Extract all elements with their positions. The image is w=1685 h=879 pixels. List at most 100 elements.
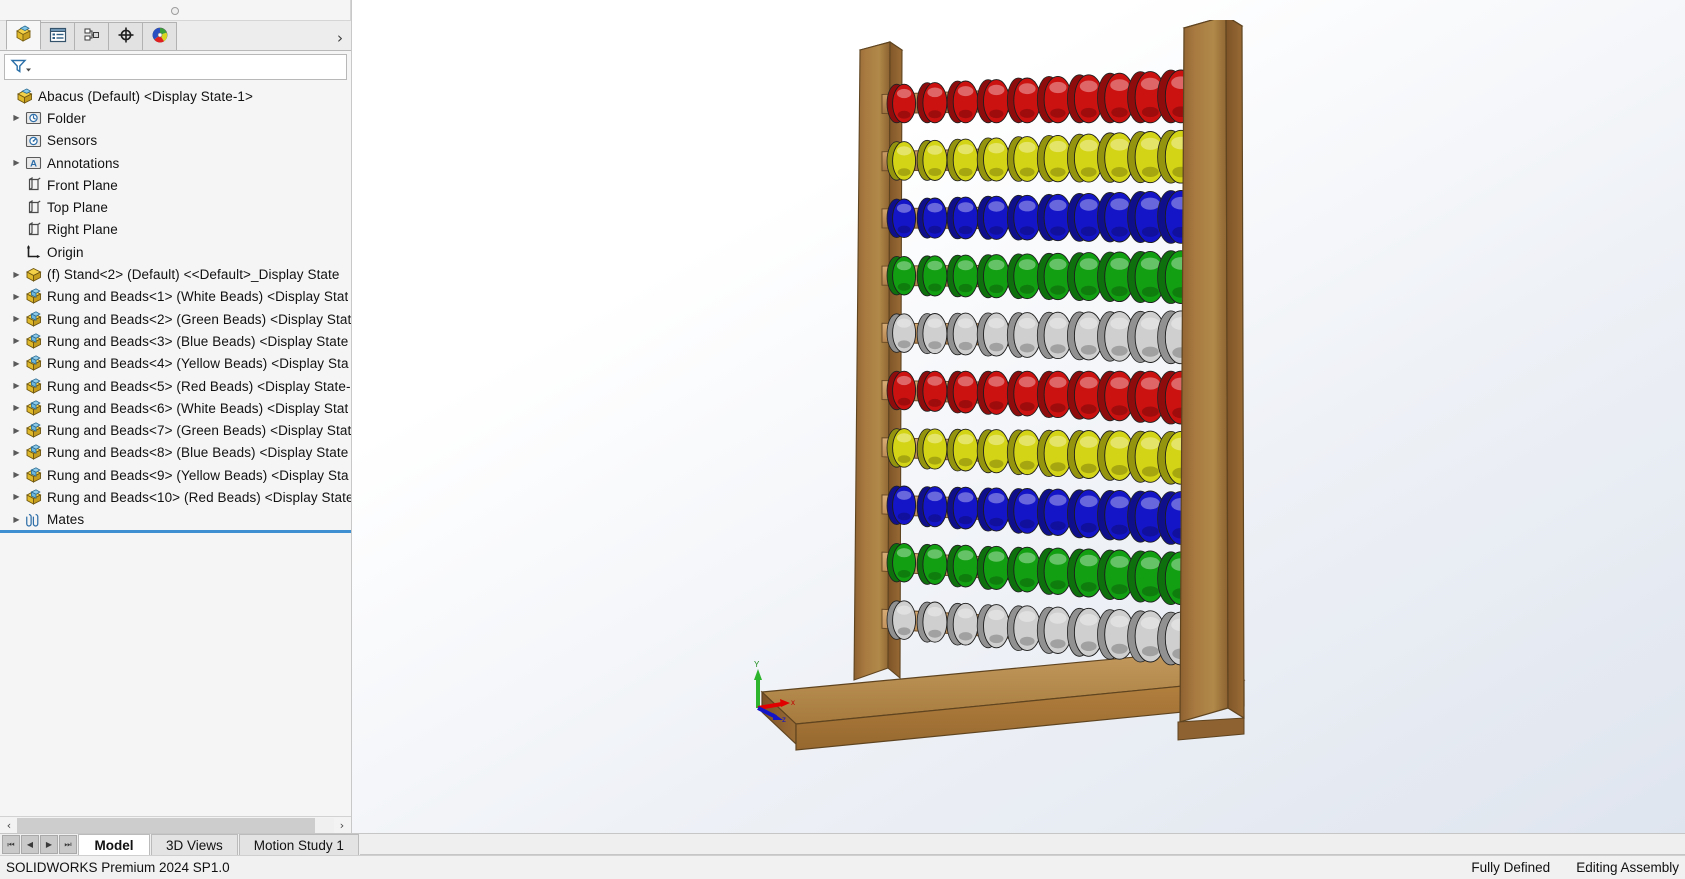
expand-arrow-icon[interactable]: ▶ [9,337,24,345]
abacus-right-post [1179,20,1245,723]
tab-configuration-manager[interactable] [74,22,109,50]
expand-arrow-icon[interactable]: ▶ [9,471,24,479]
previous-sheet-button[interactable]: ◀ [21,835,39,854]
bead-shadow [958,400,973,409]
tree-item-stand-2[interactable]: ▶ (f) Stand<2> (Default) <<Default>_Disp… [0,263,351,285]
tree-item-rung-and-beads-2[interactable]: ▶ Rung and Beads<2> (Green Beads) <Displ… [0,308,351,330]
next-sheet-button[interactable]: ▶ [40,835,58,854]
expand-arrow-icon[interactable]: ▶ [9,292,24,301]
expand-arrow-icon[interactable]: ▶ [9,315,24,323]
part-assembly-icon [24,288,43,305]
tab-dimxpert-manager[interactable] [108,22,143,50]
bead-highlight [1140,617,1160,630]
bead-shadow [1019,343,1035,353]
bead-shadow [989,401,1004,410]
abacus-bead [1006,136,1042,182]
bead-highlight [1018,317,1036,329]
hscroll-left-arrow-icon[interactable]: ‹ [1,818,17,833]
bead-highlight [927,318,943,328]
bead-shadow [1080,167,1097,177]
bead-highlight [1079,258,1098,270]
configuration-manager-icon [83,27,101,46]
bead-highlight [896,318,912,328]
tree-item-annotations[interactable]: ▶ A Annotations [0,152,351,174]
expand-arrow-icon[interactable]: ▶ [9,493,24,501]
expand-arrow-icon[interactable]: ▶ [9,426,24,435]
bead-highlight [927,202,943,213]
tree-item-rung-and-beads-10[interactable]: ▶ Rung and Beads<10> (Red Beads) <Displa… [0,486,351,508]
abacus-bead [886,255,917,296]
expand-arrow-icon[interactable]: ▶ [9,515,24,524]
tree-item-front-plane[interactable]: ▶ Front Plane [0,174,351,196]
tree-item-label: Rung and Beads<9> (Yellow Beads) <Displa… [47,467,349,483]
tree-item-rung-and-beads-6[interactable]: ▶ Rung and Beads<6> (White Beads) <Displ… [0,397,351,419]
tab-overflow-chevron-icon[interactable]: › [337,31,343,46]
bead-shadow [897,512,911,521]
tree-item-rung-and-beads-3[interactable]: ▶ Rung and Beads<3> (Blue Beads) <Displa… [0,330,351,352]
tab-display-manager[interactable] [142,22,177,50]
bead-shadow [1111,465,1128,475]
bead-shadow [1019,636,1035,646]
bead-shadow [1111,107,1128,118]
tab-property-manager[interactable] [40,22,75,50]
tree-item-rung-and-beads-1[interactable]: ▶ Rung and Beads<1> (White Beads) <Displ… [0,286,351,308]
tree-item-sensors[interactable]: ▶ Sensors [0,130,351,152]
tab-feature-tree[interactable] [6,20,41,50]
panel-pin-icon[interactable] [171,7,179,15]
expand-arrow-icon[interactable]: ▶ [9,114,24,122]
feature-tree[interactable]: ▶ Abacus (Default) <Display State-1>▶ Fo… [0,82,351,816]
tree-filter-bar[interactable] [4,54,347,80]
bead-shadow [1019,284,1035,294]
tree-item-top-plane[interactable]: ▶ Top Plane [0,196,351,218]
tree-item-history-folder[interactable]: ▶ Folder [0,107,351,129]
graphics-area[interactable]: Y x z [352,0,1685,833]
abacus-bead [946,602,979,646]
document-tab-3d-views[interactable]: 3D Views [151,834,238,855]
expand-arrow-icon[interactable]: ▶ [9,270,24,279]
abacus-right-foot [1177,717,1245,741]
bead-shadow [1080,285,1097,296]
bead-highlight [988,376,1005,387]
bead-highlight [1140,257,1160,270]
bead-shadow [897,110,911,119]
tree-item-right-plane[interactable]: ▶ Right Plane [0,219,351,241]
expand-arrow-icon[interactable]: ▶ [9,359,24,368]
tree-item-rung-and-beads-8[interactable]: ▶ Rung and Beads<8> (Blue Beads) <Displa… [0,442,351,464]
bead-highlight [1018,435,1036,446]
bead-highlight [1049,81,1067,94]
tree-insert-bar [0,529,351,533]
hscroll-thumb[interactable] [17,817,315,833]
abacus-bead [1036,311,1073,360]
hscroll-track[interactable] [17,817,334,833]
expand-arrow-icon[interactable]: ▶ [9,404,24,412]
tree-item-rung-and-beads-4[interactable]: ▶ Rung and Beads<4> (Yellow Beads) <Disp… [0,353,351,375]
bead-shadow [1019,519,1035,529]
document-tab-motion-study-1[interactable]: Motion Study 1 [238,834,359,855]
tree-item-abacus[interactable]: ▶ Abacus (Default) <Display State-1> [0,85,351,107]
bead-shadow [928,514,942,523]
expand-arrow-icon[interactable]: ▶ [9,448,24,457]
expand-arrow-icon[interactable]: ▶ [9,382,24,390]
hscroll-right-arrow-icon[interactable]: › [334,818,350,833]
tree-item-rung-and-beads-9[interactable]: ▶ Rung and Beads<9> (Yellow Beads) <Disp… [0,464,351,486]
bead-highlight [988,201,1005,212]
filter-icon[interactable] [10,58,32,77]
abacus-bead [886,313,917,353]
tree-item-mates[interactable]: ▶ Mates [0,509,351,533]
document-tab-model[interactable]: Model [78,834,150,855]
tree-item-label: Rung and Beads<1> (White Beads) <Display… [47,289,349,305]
tree-item-rung-and-beads-5[interactable]: ▶ Rung and Beads<5> (Red Beads) <Display… [0,375,351,397]
first-sheet-button[interactable]: ⏮ [2,835,20,854]
tree-item-origin[interactable]: ▶ Origin [0,241,351,263]
expand-arrow-icon[interactable]: ▶ [9,159,24,167]
feature-tree-hscrollbar[interactable]: ‹ › [0,816,351,833]
tree-indent-spacer: ▶ [9,204,24,212]
bead-highlight [927,87,943,98]
bead-shadow [1141,466,1159,477]
tree-item-label: (f) Stand<2> (Default) <<Default>_Displa… [47,267,340,283]
last-sheet-button[interactable]: ⏭ [59,835,77,854]
previous-sheet-button-glyph: ◀ [26,840,34,849]
tree-item-rung-and-beads-7[interactable]: ▶ Rung and Beads<7> (Green Beads) <Displ… [0,419,351,441]
abacus-model[interactable] [732,20,1685,833]
bead-highlight [988,84,1005,96]
